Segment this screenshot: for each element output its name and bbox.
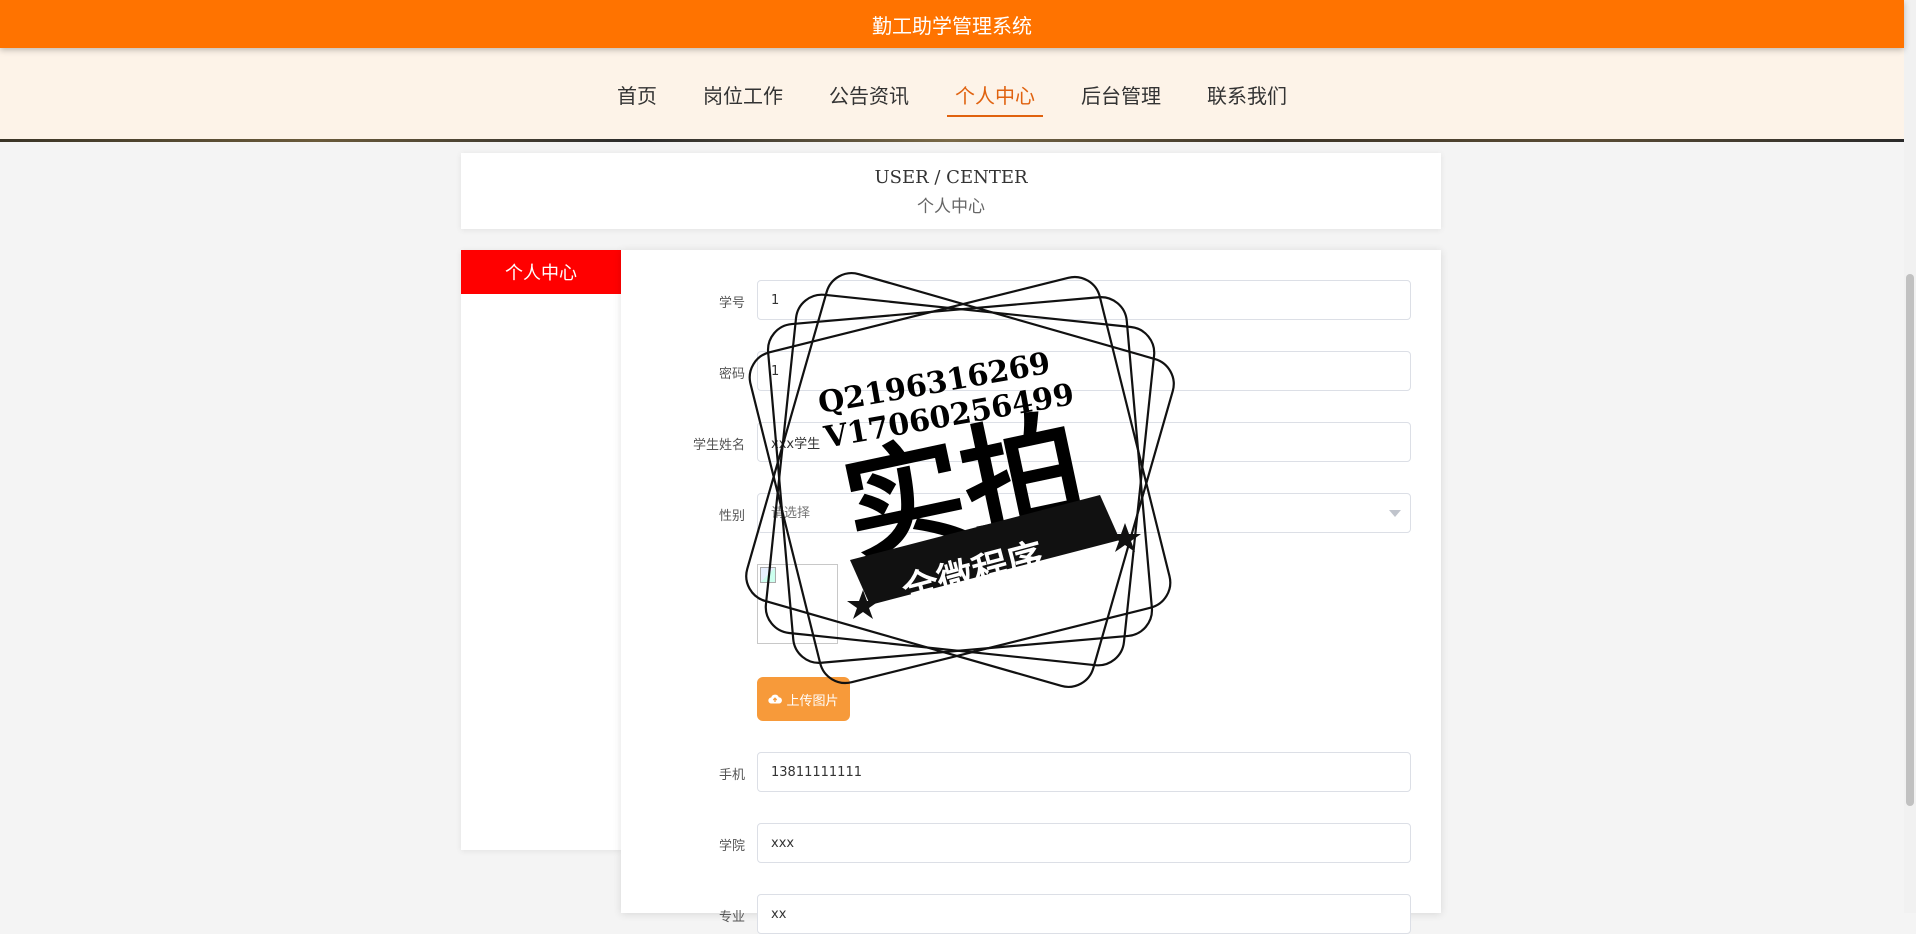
avatar-preview [757,564,838,644]
upload-image-button[interactable]: 上传图片 [757,677,850,721]
major-input[interactable] [757,894,1411,934]
cloud-upload-icon [768,694,783,704]
sidebar: 个人中心 [461,250,621,850]
student-id-label: 学号 [718,296,745,311]
phone-input[interactable] [757,752,1411,792]
nav-area: 首页 岗位工作 公告资讯 个人中心 后台管理 联系我们 [0,48,1904,142]
app-title: 勤工助学管理系统 [872,13,1032,38]
main-nav: 首页 岗位工作 公告资讯 个人中心 后台管理 联系我们 [0,80,1904,117]
college-input[interactable] [757,823,1411,863]
nav-item-contact[interactable]: 联系我们 [1199,80,1295,117]
top-bar: 勤工助学管理系统 [0,0,1904,48]
page-title-en: USER / CENTER [874,167,1028,188]
form-row-major: 专业 [621,894,1441,934]
form-row-phone: 手机 [621,752,1441,792]
form-row-password: 密码 [621,351,1441,391]
upload-button-label: 上传图片 [786,693,839,709]
form-row-student-name: 学生姓名 [621,422,1441,462]
student-id-input[interactable] [757,280,1411,320]
profile-form: 学号 密码 学生姓名 性别 上传图片 手机 学院 专业 [621,250,1441,934]
chevron-down-icon [1389,510,1401,517]
nav-item-home[interactable]: 首页 [609,80,665,117]
broken-image-icon [760,567,776,583]
form-row-college: 学院 [621,823,1441,863]
scrollbar-thumb[interactable] [1906,274,1914,806]
password-input[interactable] [757,351,1411,391]
form-row-gender: 性别 [621,493,1441,533]
nav-item-admin[interactable]: 后台管理 [1073,80,1169,117]
nav-item-jobs[interactable]: 岗位工作 [695,80,791,117]
page-scrollbar[interactable] [1904,0,1916,913]
student-name-input[interactable] [757,422,1411,462]
college-label: 学院 [718,839,745,854]
nav-item-news[interactable]: 公告资讯 [821,80,917,117]
student-name-label: 学生姓名 [692,438,745,453]
page-header: USER / CENTER 个人中心 [461,153,1441,229]
major-label: 专业 [718,910,745,925]
form-row-student-id: 学号 [621,280,1441,320]
gender-label: 性别 [718,509,745,524]
phone-label: 手机 [718,768,745,783]
gender-select[interactable] [757,493,1411,533]
page-title-cn: 个人中心 [917,197,985,217]
nav-item-user-center[interactable]: 个人中心 [947,80,1043,117]
sidebar-item-user-center[interactable]: 个人中心 [461,250,621,294]
password-label: 密码 [718,367,745,382]
